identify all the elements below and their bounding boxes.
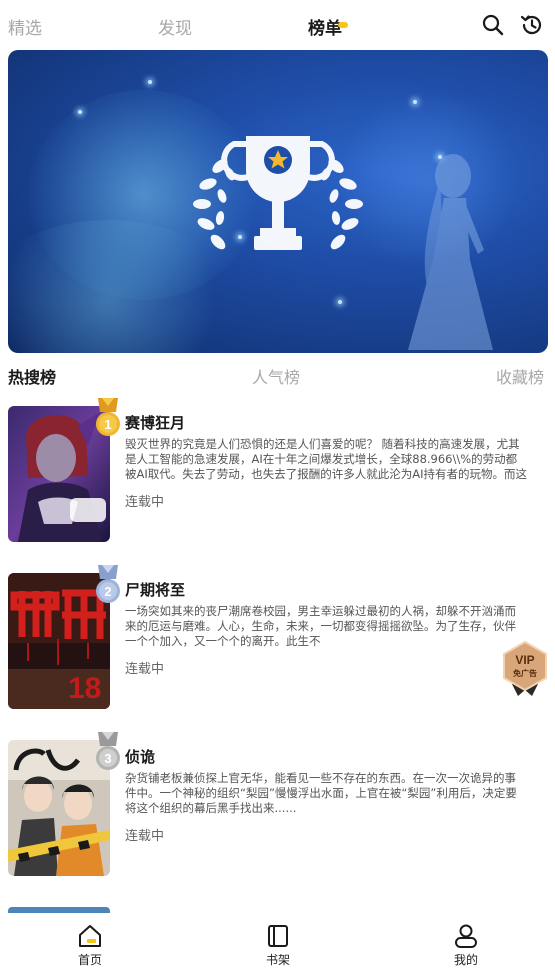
rank-1-medal: 1	[96, 398, 120, 436]
bookshelf-icon	[268, 925, 288, 947]
banner-sparkle	[413, 100, 417, 104]
comic-status: 连载中	[125, 662, 165, 677]
vip-no-ads-badge[interactable]: VIP 免广告	[500, 640, 550, 696]
tab-rankings[interactable]: 榜单	[308, 14, 348, 39]
bottom-tab-label: 书架	[265, 953, 290, 967]
list-item[interactable]: 18 2 尸期将至 一场突如其来的丧尸潮席卷校园，男主幸运躲过最初的人祸，却躲不…	[8, 565, 528, 713]
active-tab-indicator	[338, 22, 348, 28]
banner-sparkle	[338, 300, 342, 304]
banner-girl-illustration	[408, 154, 493, 350]
rank-number: 3	[104, 751, 111, 766]
rankings-banner[interactable]	[8, 50, 548, 353]
banner-sparkle	[148, 80, 152, 84]
bottom-tab-profile[interactable]: 我的	[436, 923, 496, 968]
profile-icon	[455, 924, 477, 948]
top-navigation: 精选 发现 榜单	[0, 0, 555, 52]
tab-featured[interactable]: 精选	[8, 14, 42, 39]
rank-number: 1	[104, 417, 111, 432]
bottom-tab-label: 首页	[77, 953, 102, 967]
history-button[interactable]	[519, 12, 545, 38]
bottom-tab-bar: 首页 书架 我的	[0, 913, 555, 975]
tab-discover[interactable]: 发现	[158, 14, 192, 39]
rank-number: 2	[104, 584, 111, 599]
no-ads-label: 免广告	[513, 668, 537, 678]
cover-number-art: 18	[68, 672, 101, 705]
history-icon	[520, 15, 542, 35]
comic-description: 杂货铺老板兼侦探上官无华，能看见一些不存在的东西。在一次一次诡异的事件中。一个神…	[125, 771, 517, 815]
tab-favorites[interactable]: 收藏榜	[496, 364, 544, 388]
banner-sparkle	[78, 110, 82, 114]
bottom-tab-label: 我的	[453, 953, 478, 967]
ranking-tabs: 热搜榜 人气榜 收藏榜	[0, 364, 555, 392]
home-icon	[79, 925, 101, 947]
bottom-tab-bookshelf[interactable]: 书架	[248, 923, 308, 968]
comic-status: 连载中	[125, 829, 165, 844]
comic-title[interactable]: 赛博狂月	[125, 412, 185, 433]
comic-description: 毁灭世界的究竟是人们恐惧的还是人们喜爱的呢？ 随着科技的高速发展，尤其是人工智能…	[125, 437, 527, 481]
rank-3-medal: 3	[96, 732, 120, 770]
tab-hot-search[interactable]: 热搜榜	[8, 364, 56, 388]
comic-description: 一场突如其来的丧尸潮席卷校园，男主幸运躲过最初的人祸，却躲不开汹涌而来的厄运与磨…	[125, 604, 516, 648]
tab-rankings-label: 榜单	[308, 19, 342, 39]
comic-title[interactable]: 尸期将至	[125, 579, 185, 600]
list-item[interactable]: 3 侦诡 杂货铺老板兼侦探上官无华，能看见一些不存在的东西。在一次一次诡异的事件…	[8, 732, 528, 880]
trophy-icon	[193, 136, 363, 250]
rank-2-medal: 2	[96, 565, 120, 603]
bottom-tab-home[interactable]: 首页	[60, 923, 120, 968]
tab-popularity[interactable]: 人气榜	[252, 364, 300, 388]
list-item[interactable]: 1 赛博狂月 毁灭世界的究竟是人们恐惧的还是人们喜爱的呢？ 随着科技的高速发展，…	[8, 398, 528, 546]
search-button[interactable]	[480, 12, 506, 38]
vip-label: VIP	[515, 653, 534, 667]
comic-title[interactable]: 侦诡	[125, 746, 155, 767]
search-icon	[482, 14, 504, 36]
comic-status: 连载中	[125, 495, 165, 510]
